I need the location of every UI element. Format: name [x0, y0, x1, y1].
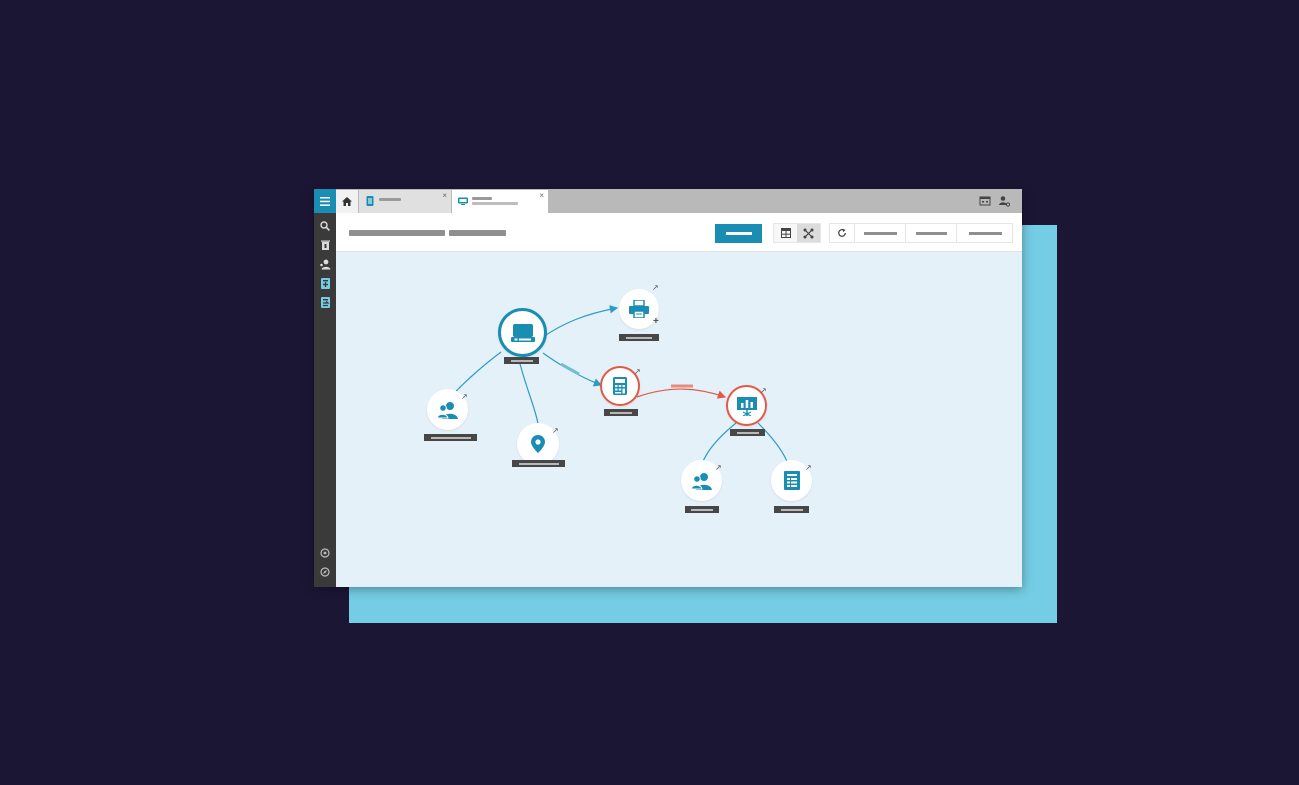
calculator-icon	[613, 377, 627, 395]
trash-icon	[320, 240, 330, 250]
tab-device-subtitle	[472, 202, 518, 205]
view-toggle-group	[773, 223, 821, 243]
phone-transfer-button[interactable]	[319, 296, 331, 308]
user-headset-icon	[319, 259, 330, 269]
link-device-printer	[542, 305, 619, 338]
left-rail	[314, 189, 336, 587]
action-button[interactable]	[854, 224, 906, 242]
menu-icon	[320, 196, 330, 206]
document-icon	[366, 196, 374, 206]
phone-add-icon	[320, 277, 330, 289]
node-presentation-label	[730, 429, 765, 436]
user-settings-icon[interactable]	[998, 195, 1010, 207]
table-view-icon	[780, 228, 791, 238]
refresh-icon	[838, 228, 846, 237]
report-icon	[783, 471, 800, 490]
phone-add-button[interactable]	[319, 277, 331, 289]
node-report-open-icon[interactable]: ↗	[805, 464, 812, 472]
presentation-icon	[736, 396, 757, 416]
primary-action-label	[725, 232, 752, 235]
node-calculator-label	[604, 409, 638, 416]
action-button[interactable]	[905, 224, 957, 242]
refresh-button[interactable]	[830, 224, 854, 242]
node-people-bottom-open-icon[interactable]: ↗	[715, 464, 722, 472]
breadcrumb-item[interactable]	[449, 230, 506, 236]
node-device-label	[504, 357, 539, 364]
action-group	[829, 223, 1013, 243]
node-people-bottom-label	[685, 506, 719, 513]
device-icon	[458, 197, 468, 205]
node-printer-expand-icon[interactable]: +	[653, 317, 659, 327]
tab-device[interactable]: ×	[452, 190, 548, 213]
people-icon	[690, 472, 712, 490]
action-button[interactable]	[956, 224, 1013, 242]
edge-label-device-calculator	[560, 362, 580, 376]
tab-strip: × ×	[336, 189, 1022, 213]
compass-button[interactable]	[319, 566, 331, 578]
help-icon	[320, 548, 330, 558]
graph-view-button[interactable]	[797, 224, 820, 242]
trash-button[interactable]	[319, 239, 331, 251]
node-printer-label	[619, 334, 659, 341]
compass-icon	[320, 567, 330, 577]
calendar-icon[interactable]	[979, 195, 991, 207]
printer-icon	[629, 300, 649, 318]
location-icon	[531, 435, 545, 453]
search-icon	[320, 221, 330, 231]
agent-button[interactable]	[319, 258, 331, 270]
tab-device-title	[472, 197, 492, 200]
tab-home[interactable]	[336, 190, 358, 213]
node-people-left-open-icon[interactable]: ↗	[461, 393, 468, 401]
search-button[interactable]	[319, 220, 331, 232]
laptop-icon	[510, 323, 535, 342]
tab-document[interactable]: ×	[359, 190, 451, 213]
node-location-label	[512, 460, 565, 467]
node-presentation-open-icon[interactable]: ↗	[760, 387, 767, 395]
node-location-open-icon[interactable]: ↗	[552, 427, 559, 435]
menu-button[interactable]	[314, 189, 336, 213]
primary-action-button[interactable]	[715, 224, 762, 243]
node-device[interactable]	[498, 308, 547, 357]
node-calculator-open-icon[interactable]: ↗	[634, 368, 641, 376]
tab-device-close[interactable]: ×	[539, 191, 544, 201]
help-button[interactable]	[319, 547, 331, 559]
link-calculator-presentation	[636, 388, 727, 399]
home-icon	[342, 197, 352, 206]
node-printer-open-icon[interactable]: ↗	[652, 284, 659, 292]
graph-view-icon	[803, 228, 814, 238]
table-view-button[interactable]	[774, 224, 797, 242]
node-people-left-label	[424, 434, 477, 441]
tab-document-label	[379, 198, 401, 201]
breadcrumb-item[interactable]	[349, 230, 445, 236]
graph-canvas[interactable]: ↗ + ↗ ↗ ↗ ↗ ↗ ↗	[336, 252, 1022, 587]
people-icon	[436, 401, 458, 419]
link-device-location	[518, 359, 539, 425]
app-window: × × ↗ + ↗ ↗ ↗ ↗ ↗ ↗	[314, 189, 1022, 587]
phone-transfer-icon	[320, 296, 330, 308]
tab-document-close[interactable]: ×	[442, 191, 447, 201]
toolbar	[336, 213, 1022, 252]
node-report-label	[774, 506, 809, 513]
